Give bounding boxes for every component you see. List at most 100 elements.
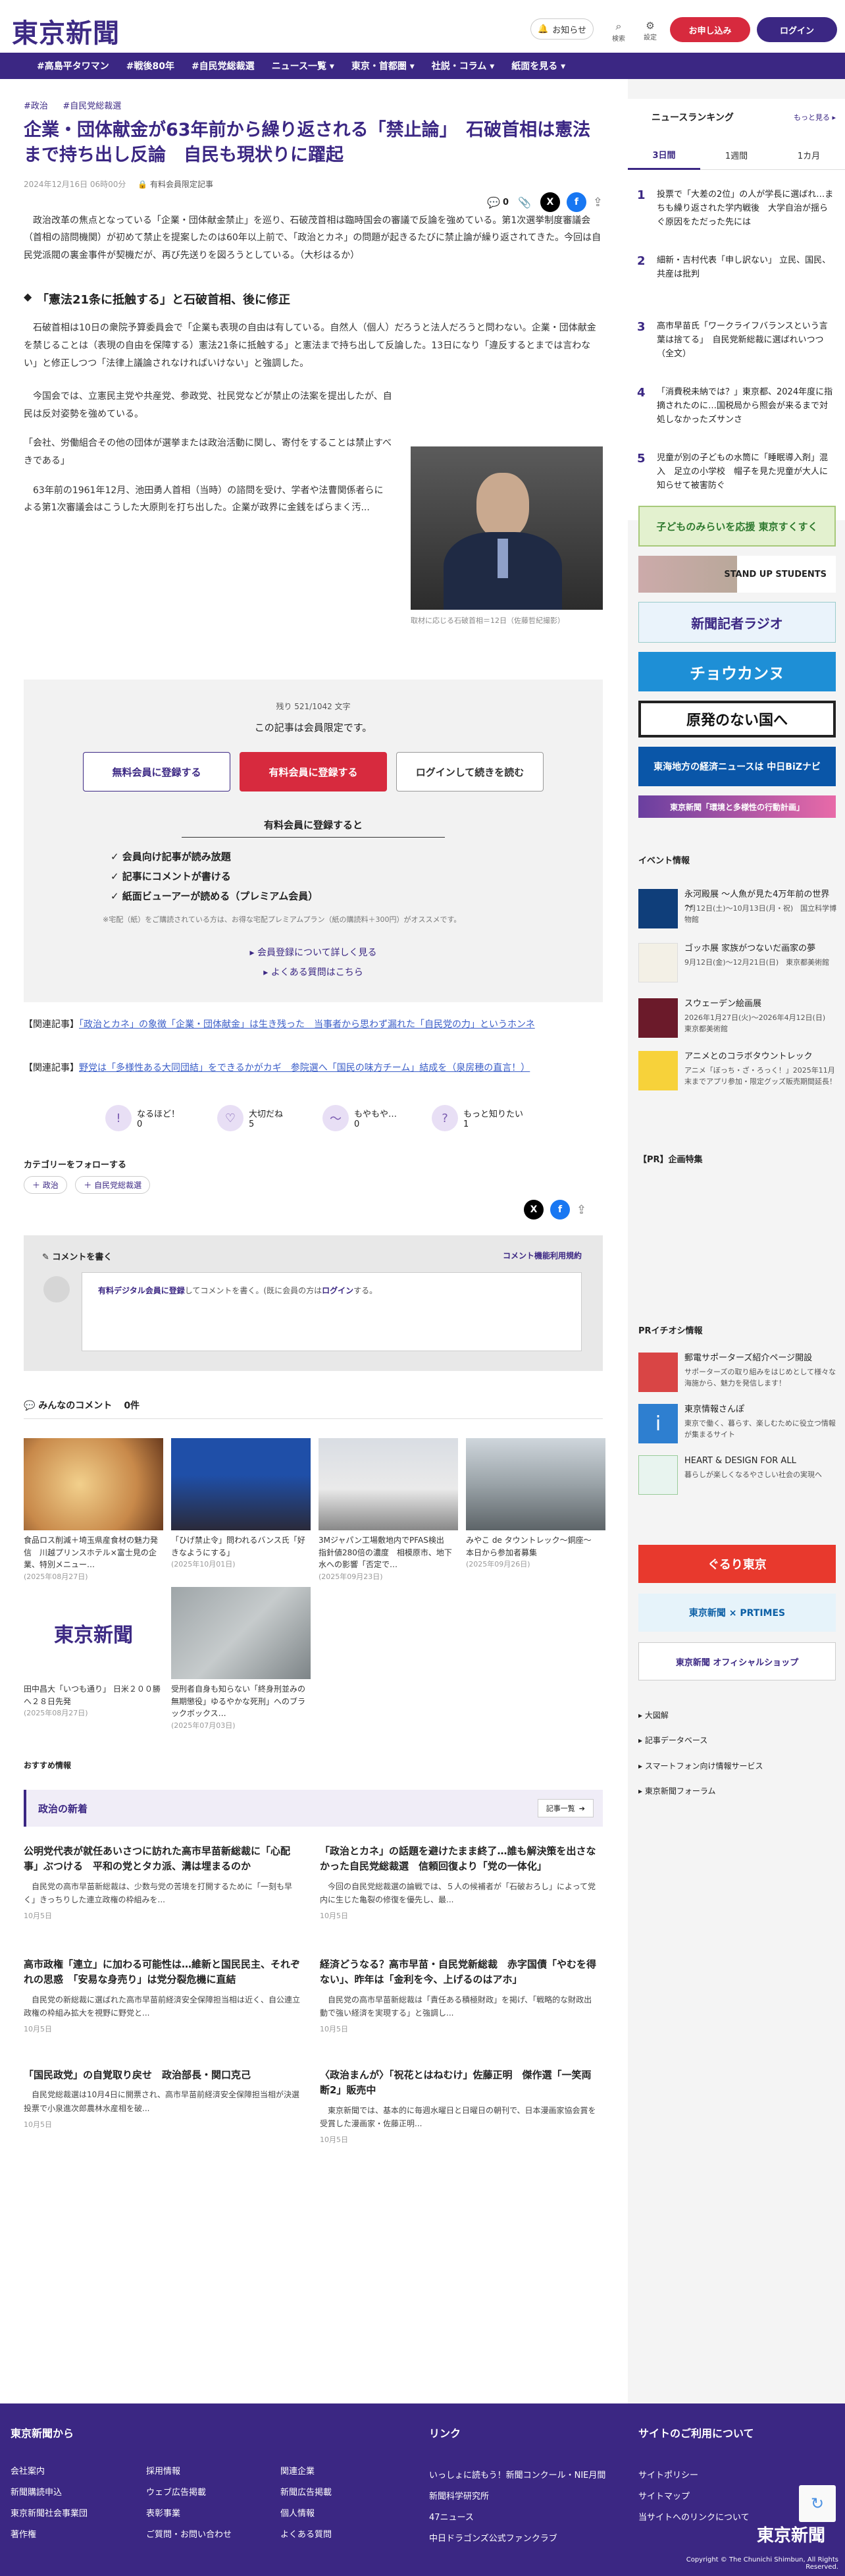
footer-link[interactable]: 新聞購読申込	[11, 2485, 62, 2498]
related-article-link[interactable]: 「政治とカネ」の象徴「企業・団体献金」は生き残った 当事者から思わず漏れた「自民…	[79, 1019, 535, 1030]
footer-link[interactable]: ご質問・お問い合わせ	[146, 2527, 232, 2540]
event-item[interactable]: スウェーデン絵画展 2026年1月27日(火)～2026年4月12日(日) 東京都…	[638, 998, 836, 1038]
ranking-tab-1month[interactable]: 1カ月	[773, 141, 845, 170]
footer-link[interactable]: ウェブ広告掲載	[146, 2485, 206, 2498]
reaction-motto[interactable]: ? もっと知りたい 1	[432, 1105, 523, 1131]
footer-link[interactable]: サイトポリシー	[638, 2468, 698, 2481]
banner-gurutto[interactable]: ぐるり東京	[638, 1545, 836, 1583]
ranking-item[interactable]: 3 高市早苗氏「ワークライフバランスという言葉は捨てる」 自民党新総裁に選ばれいつ…	[628, 309, 845, 382]
thumb-image[interactable]	[24, 1438, 163, 1530]
comment-icon[interactable]: 💬	[487, 196, 500, 209]
tag-link[interactable]: #自民党総裁選	[63, 101, 121, 111]
search-button[interactable]: ⌕ 検索	[607, 20, 630, 43]
comment-rules-link[interactable]: コメント機能利用規約	[503, 1250, 582, 1261]
footer-link[interactable]: 個人情報	[280, 2506, 315, 2519]
news-item[interactable]: 「国民政党」の自覚取り戻せ 政治部長・関口克己 自民党総裁選は10月4日に開票さ…	[24, 2068, 300, 2130]
footer-link[interactable]: 新聞広告掲載	[280, 2485, 332, 2498]
faq-link[interactable]: ▸ よくある質問はこちら	[24, 965, 603, 979]
nav-item[interactable]: 東京・首都圏 ▾	[351, 59, 415, 72]
ranking-item[interactable]: 2 細新・吉村代表「申し訳ない」 立民、国民、共産は批判	[628, 244, 845, 316]
settings-button[interactable]: ⚙ 設定	[638, 20, 662, 41]
nav-item[interactable]: #高島平タワマン	[37, 59, 109, 72]
ranking-tab-1week[interactable]: 1週間	[700, 141, 773, 170]
prinfo-item[interactable]: 郵電サポーターズ紹介ページ開設 サポーターズの取り組みをはじめとして様々な海施から…	[638, 1353, 836, 1392]
follow-chip[interactable]: ＋ 自民党総裁選	[75, 1176, 151, 1194]
recaptcha-badge[interactable]: ↻	[799, 2485, 836, 2522]
thumb-image[interactable]: 東京新聞	[24, 1587, 163, 1679]
nav-item[interactable]: 紙面を見る ▾	[511, 59, 565, 72]
reaction-moyamoya[interactable]: ～もやもや… 0	[322, 1105, 397, 1131]
event-item[interactable]: アニメとのコラボタウントレック アニメ「ぼっち・ざ・ろっく！」2025年11月末ま…	[638, 1051, 836, 1090]
nav-item[interactable]: #自民党総裁選	[192, 59, 255, 72]
banner-standup[interactable]: STAND UP STUDENTS	[638, 556, 836, 593]
news-item[interactable]: 経済どうなる？高市早苗・自民党新総裁 赤字国債「やむを得ない」、昨年は「金利を今…	[320, 1957, 596, 2034]
side-link[interactable]: ▸ 大図解	[638, 1703, 763, 1728]
reaction-naruhodo[interactable]: ! なるほど！ 0	[105, 1105, 180, 1131]
footer-link[interactable]: いっしょに読もう！新聞コンクール・NIE月間	[429, 2468, 605, 2481]
x-share-icon[interactable]: X	[540, 192, 560, 212]
politics-more-button[interactable]: 記事一覧 ➔	[537, 1799, 594, 1817]
share-icon[interactable]: ⇪	[593, 196, 603, 209]
thumb-caption[interactable]: 3Mジャパン工場敷地内でPFAS検出 指針値280倍の濃度 相模原市、地下水への…	[319, 1534, 458, 1582]
news-item[interactable]: 公明党代表が就任あいさつに訪れた高市早苗新総裁に「心配事」ぶつける 平和の党とタ…	[24, 1844, 300, 1921]
news-item[interactable]: 〈政治まんが〉「祝花とはねむけ」佐藤正明 傑作選「一笑両断2」販売中 東京新聞で…	[320, 2068, 596, 2145]
facebook-share-icon[interactable]: f	[550, 1200, 570, 1220]
news-item[interactable]: 高市政権「連立」に加わる可能性は…維新と国民民主、それぞれの思惑 「安易な身売り…	[24, 1957, 300, 2034]
footer-link[interactable]: 会社案内	[11, 2464, 45, 2477]
footer-link[interactable]: 関連企業	[280, 2464, 315, 2477]
banner-bizнavi[interactable]: 東海地方の経済ニュースは 中日BiZナビ	[638, 747, 836, 786]
register-link[interactable]: 有料デジタル会員に登録	[98, 1286, 185, 1295]
thumb-image[interactable]	[319, 1438, 458, 1530]
thumb-caption[interactable]: 「ひげ禁止令」問われるバンス氏「好きなようにする」 (2025年10月01日)	[171, 1534, 311, 1570]
thumb-caption[interactable]: 田中昌大「いつも通り」 日米２００勝へ２８日先発 (2025年08月27日)	[24, 1683, 163, 1719]
footer-link[interactable]: サイトマップ	[638, 2489, 690, 2502]
news-item[interactable]: 「政治とカネ」の話題を避けたまま終了…誰も解決策を出さなかった自民党総裁選 信頼…	[320, 1844, 596, 1921]
footer-link[interactable]: 中日ドラゴンズ公式ファンクラブ	[429, 2531, 557, 2544]
banner-radio[interactable]: 新聞記者ラジオ	[638, 602, 836, 643]
thumb-image[interactable]	[171, 1438, 311, 1530]
reaction-taisetsu[interactable]: ♡ 大切だね 5	[217, 1105, 283, 1131]
member-info-link[interactable]: ▸ 会員登録について詳しく見る	[24, 946, 603, 959]
login-link[interactable]: ログイン	[322, 1286, 353, 1295]
banner-prtimes[interactable]: 東京新聞 × PRTIMES	[638, 1594, 836, 1632]
login-button[interactable]: ログイン	[757, 17, 837, 42]
paid-register-button[interactable]: 有料会員に登録する	[240, 752, 387, 792]
banner-environment[interactable]: 東京新聞「環境と多様性の行動計画」	[638, 795, 836, 818]
free-register-button[interactable]: 無料会員に登録する	[83, 752, 230, 792]
side-link[interactable]: ▸ 記事データベース	[638, 1728, 763, 1753]
footer-link[interactable]: 表彰事業	[146, 2506, 180, 2519]
thumb-caption[interactable]: みやこ de タウントレック～銅座～ 本日から参加者募集 (2025年09月26日…	[466, 1534, 605, 1570]
thumb-image[interactable]	[466, 1438, 605, 1530]
site-logo[interactable]: 東京新聞	[12, 12, 120, 50]
share-icon[interactable]: ⇪	[576, 1203, 586, 1217]
nav-item[interactable]: #戦後80年	[126, 59, 174, 72]
event-item[interactable]: ゴッホ展 家族がつないだ画家の夢 9月12日(金)～12月21日(日) 東京都美術…	[638, 943, 836, 982]
footer-link[interactable]: 著作権	[11, 2527, 36, 2540]
ranking-item[interactable]: 1 投票で「大差の2位」の人が学長に選ばれ…まちも繰り返された学内戦後 大学自治が…	[628, 178, 845, 250]
signup-button[interactable]: お申し込み	[670, 17, 750, 42]
facebook-share-icon[interactable]: f	[566, 192, 586, 212]
nav-item[interactable]: 社説・コラム ▾	[432, 59, 494, 72]
thumb-caption[interactable]: 食品ロス削減＋埼玉県産食材の魅力発信 川越プリンスホテル×富士見の企業、特別メニ…	[24, 1534, 163, 1582]
side-link[interactable]: ▸ スマートフォン向け情報サービス	[638, 1754, 763, 1779]
prinfo-item[interactable]: HEART & DESIGN FOR ALL 暮らしが楽しくなるやさしい社会の実現…	[638, 1455, 836, 1495]
prinfo-item[interactable]: i 東京情報さんぽ 東京で働く、暮らす、楽しむために役立つ情報が集まるサイト	[638, 1404, 836, 1443]
banner-chokanne[interactable]: チョウカンヌ	[638, 652, 836, 691]
footer-link[interactable]: 47ニュース	[429, 2510, 474, 2523]
ranking-tab-3days[interactable]: 3日間	[628, 141, 700, 170]
footer-link[interactable]: 採用情報	[146, 2464, 180, 2477]
related-article-link[interactable]: 野党は「多様性ある大同団結」をできるかがカギ 参院選へ「国民の味方チーム」結成を…	[79, 1063, 530, 1073]
thumb-image[interactable]	[171, 1587, 311, 1679]
footer-link[interactable]: よくある質問	[280, 2527, 332, 2540]
footer-link[interactable]: 東京新聞社会事業団	[11, 2506, 88, 2519]
footer-link[interactable]: 当サイトへのリンクについて	[638, 2510, 750, 2523]
ranking-item[interactable]: 4 「消費税未納では？」東京都、2024年度に指摘されたのに…国税局から照会が来る…	[628, 375, 845, 448]
ranking-more-link[interactable]: もっと見る ▸	[794, 112, 836, 122]
footer-link[interactable]: 新聞科学研究所	[429, 2489, 489, 2502]
nav-item[interactable]: ニュース一覧 ▾	[272, 59, 334, 72]
side-link[interactable]: ▸ 東京新聞フォーラム	[638, 1779, 763, 1804]
notice-button[interactable]: 🔔 お知らせ	[530, 18, 594, 40]
follow-chip[interactable]: ＋ 政治	[24, 1176, 67, 1194]
tag-link[interactable]: #政治	[24, 101, 48, 111]
ranking-item[interactable]: 5 児童が別の子どもの水筒に「睡眠導入剤」混入 足立の小学校 帽子を見た児童が大人…	[628, 441, 845, 514]
